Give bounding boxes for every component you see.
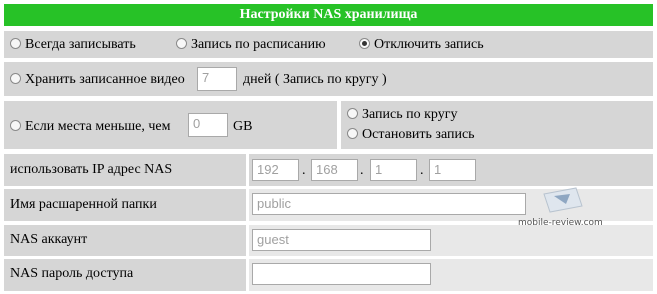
account-field-cell: guest (249, 225, 653, 256)
password-label: NAS пароль доступа (10, 266, 134, 281)
radio-icon[interactable] (10, 120, 21, 131)
account-label: NAS аккаунт (10, 232, 88, 247)
password-field-cell (249, 259, 653, 291)
keep-video-option[interactable]: Хранить записанное видео (10, 72, 185, 88)
radio-icon[interactable] (176, 38, 187, 49)
password-input[interactable] (252, 263, 431, 285)
keep-video-suffix: дней ( Запись по кругу ) (243, 72, 387, 87)
keep-days-input[interactable]: 7 (197, 67, 237, 91)
ip-separator: . (360, 163, 364, 178)
radio-icon[interactable] (347, 128, 358, 139)
folder-label: Имя расшаренной папки (10, 197, 157, 212)
ip-octet-3[interactable]: 1 (370, 159, 417, 181)
overwrite-option[interactable]: Запись по кругу (347, 107, 457, 123)
min-space-input[interactable]: 0 (188, 113, 228, 137)
always-record-option[interactable]: Всегда записывать (10, 37, 136, 53)
nas-ip-label: использовать IP адрес NAS (10, 162, 173, 177)
gb-unit: GB (233, 119, 253, 134)
ip-octet-2[interactable]: 168 (311, 159, 358, 181)
account-label-cell: NAS аккаунт (4, 225, 246, 256)
radio-icon[interactable] (347, 108, 358, 119)
page-title: Настройки NAS хранилища (4, 4, 653, 26)
radio-icon[interactable] (10, 38, 21, 49)
folder-input[interactable]: public (252, 193, 526, 215)
password-label-cell: NAS пароль доступа (4, 259, 246, 291)
radio-icon[interactable] (10, 73, 21, 84)
low-space-option[interactable]: Если места меньше, чем (10, 119, 170, 135)
ip-separator: . (420, 163, 424, 178)
ip-octet-4[interactable]: 1 (429, 159, 476, 181)
account-input[interactable]: guest (252, 229, 431, 251)
folder-label-cell: Имя расшаренной папки (4, 189, 246, 221)
record-mode-row: Всегда записывать Запись по расписанию О… (4, 31, 653, 58)
schedule-record-option[interactable]: Запись по расписанию (176, 37, 326, 53)
keep-video-row: Хранить записанное видео 7 дней ( Запись… (4, 62, 653, 96)
folder-field-cell: public (249, 189, 653, 221)
nas-ip-label-cell: использовать IP адрес NAS (4, 154, 246, 186)
low-space-left: Если места меньше, чем 0 GB (4, 101, 337, 149)
radio-selected-icon[interactable] (359, 38, 370, 49)
nas-ip-field-cell: 192 . 168 . 1 . 1 (249, 154, 653, 186)
ip-octet-1[interactable]: 192 (252, 159, 299, 181)
watermark-logo (543, 187, 583, 213)
stop-record-option[interactable]: Остановить запись (347, 127, 475, 143)
disable-record-option[interactable]: Отключить запись (359, 37, 484, 53)
ip-separator: . (302, 163, 306, 178)
watermark-text: mobile-review.com (518, 218, 603, 228)
low-space-right: Запись по кругу Остановить запись (341, 101, 653, 149)
